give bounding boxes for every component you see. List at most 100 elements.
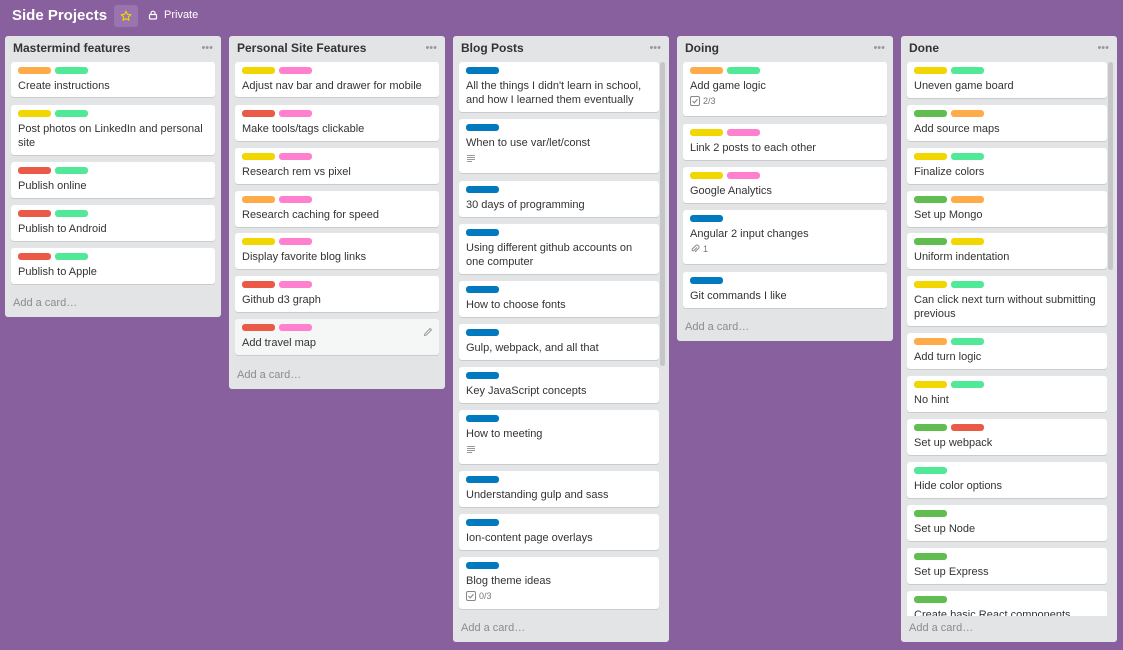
label-yellow[interactable] [914,67,947,74]
label-orange[interactable] [18,67,51,74]
label-orange[interactable] [690,67,723,74]
card[interactable]: Gulp, webpack, and all that [459,324,659,360]
card[interactable]: Github d3 graph [235,276,439,312]
list-scrollbar[interactable] [660,62,665,366]
label-pink[interactable] [279,67,312,74]
add-card-link[interactable]: Add a card… [909,622,973,634]
card[interactable]: All the things I didn't learn in school,… [459,62,659,112]
card[interactable]: Display favorite blog links [235,233,439,269]
label-yellow[interactable] [914,153,947,160]
label-mint[interactable] [55,110,88,117]
card[interactable]: Create instructions [11,62,215,97]
add-card-link[interactable]: Add a card… [237,369,301,381]
label-yellow[interactable] [690,172,723,179]
label-mint[interactable] [55,167,88,174]
label-green[interactable] [914,553,947,560]
card[interactable]: Set up webpack [907,419,1107,455]
label-blue[interactable] [466,519,499,526]
card[interactable]: Uneven game board [907,62,1107,98]
label-red[interactable] [242,281,275,288]
label-blue[interactable] [466,476,499,483]
list-menu-icon[interactable]: ••• [201,43,213,54]
label-pink[interactable] [279,281,312,288]
label-yellow[interactable] [242,67,275,74]
label-mint[interactable] [951,381,984,388]
list-menu-icon[interactable]: ••• [1097,43,1109,54]
label-yellow[interactable] [690,129,723,136]
label-red[interactable] [18,253,51,260]
card[interactable]: Uniform indentation [907,233,1107,269]
label-mint[interactable] [55,67,88,74]
label-red[interactable] [18,210,51,217]
card[interactable]: Publish online [11,162,215,198]
label-blue[interactable] [466,329,499,336]
label-yellow[interactable] [914,381,947,388]
list-scrollbar[interactable] [1108,62,1113,270]
card[interactable]: No hint [907,376,1107,412]
card[interactable]: Blog theme ideas 0/3 [459,557,659,609]
label-mint[interactable] [914,467,947,474]
label-pink[interactable] [279,324,312,331]
label-pink[interactable] [279,153,312,160]
list-title[interactable]: Blog Posts [461,41,524,55]
label-red[interactable] [242,110,275,117]
label-mint[interactable] [951,281,984,288]
label-red[interactable] [18,167,51,174]
add-card-link[interactable]: Add a card… [461,622,525,634]
card[interactable]: Set up Express [907,548,1107,584]
label-green[interactable] [914,424,947,431]
card[interactable]: Set up Node [907,505,1107,541]
card[interactable]: Ion-content page overlays [459,514,659,550]
label-red[interactable] [242,324,275,331]
card[interactable]: Using different github accounts on one c… [459,224,659,274]
card[interactable]: Google Analytics [683,167,887,203]
label-blue[interactable] [690,277,723,284]
label-mint[interactable] [951,67,984,74]
label-orange[interactable] [951,196,984,203]
label-pink[interactable] [279,238,312,245]
list-title[interactable]: Mastermind features [13,41,130,55]
card[interactable]: Add source maps [907,105,1107,141]
label-blue[interactable] [466,229,499,236]
label-pink[interactable] [279,196,312,203]
card[interactable]: Add game logic 2/3 [683,62,887,116]
label-red[interactable] [951,424,984,431]
label-green[interactable] [914,110,947,117]
card[interactable]: Set up Mongo [907,191,1107,227]
label-yellow[interactable] [242,238,275,245]
card[interactable]: Post photos on LinkedIn and personal sit… [11,105,215,155]
card[interactable]: Create basic React components [907,591,1107,616]
label-mint[interactable] [727,67,760,74]
card[interactable]: Publish to Apple [11,248,215,284]
label-mint[interactable] [55,210,88,217]
card[interactable]: Research rem vs pixel [235,148,439,184]
list-menu-icon[interactable]: ••• [425,43,437,54]
add-card-link[interactable]: Add a card… [13,297,77,309]
card[interactable]: How to meeting [459,410,659,464]
card[interactable]: Git commands I like [683,272,887,308]
label-orange[interactable] [951,110,984,117]
list-menu-icon[interactable]: ••• [649,43,661,54]
label-green[interactable] [914,510,947,517]
card[interactable]: How to choose fonts [459,281,659,317]
card[interactable]: Hide color options [907,462,1107,498]
label-green[interactable] [914,196,947,203]
card[interactable]: Research caching for speed [235,191,439,227]
card[interactable]: 30 days of programming [459,181,659,217]
label-blue[interactable] [466,372,499,379]
list-title[interactable]: Done [909,41,939,55]
add-card-link[interactable]: Add a card… [685,321,749,333]
label-green[interactable] [914,596,947,603]
label-blue[interactable] [466,67,499,74]
card[interactable]: Link 2 posts to each other [683,124,887,160]
label-green[interactable] [914,238,947,245]
card[interactable]: Can click next turn without submitting p… [907,276,1107,326]
list-title[interactable]: Doing [685,41,719,55]
label-orange[interactable] [242,196,275,203]
label-pink[interactable] [727,172,760,179]
label-blue[interactable] [466,415,499,422]
label-blue[interactable] [466,186,499,193]
board-title[interactable]: Side Projects [12,7,107,24]
label-blue[interactable] [466,562,499,569]
label-mint[interactable] [951,338,984,345]
